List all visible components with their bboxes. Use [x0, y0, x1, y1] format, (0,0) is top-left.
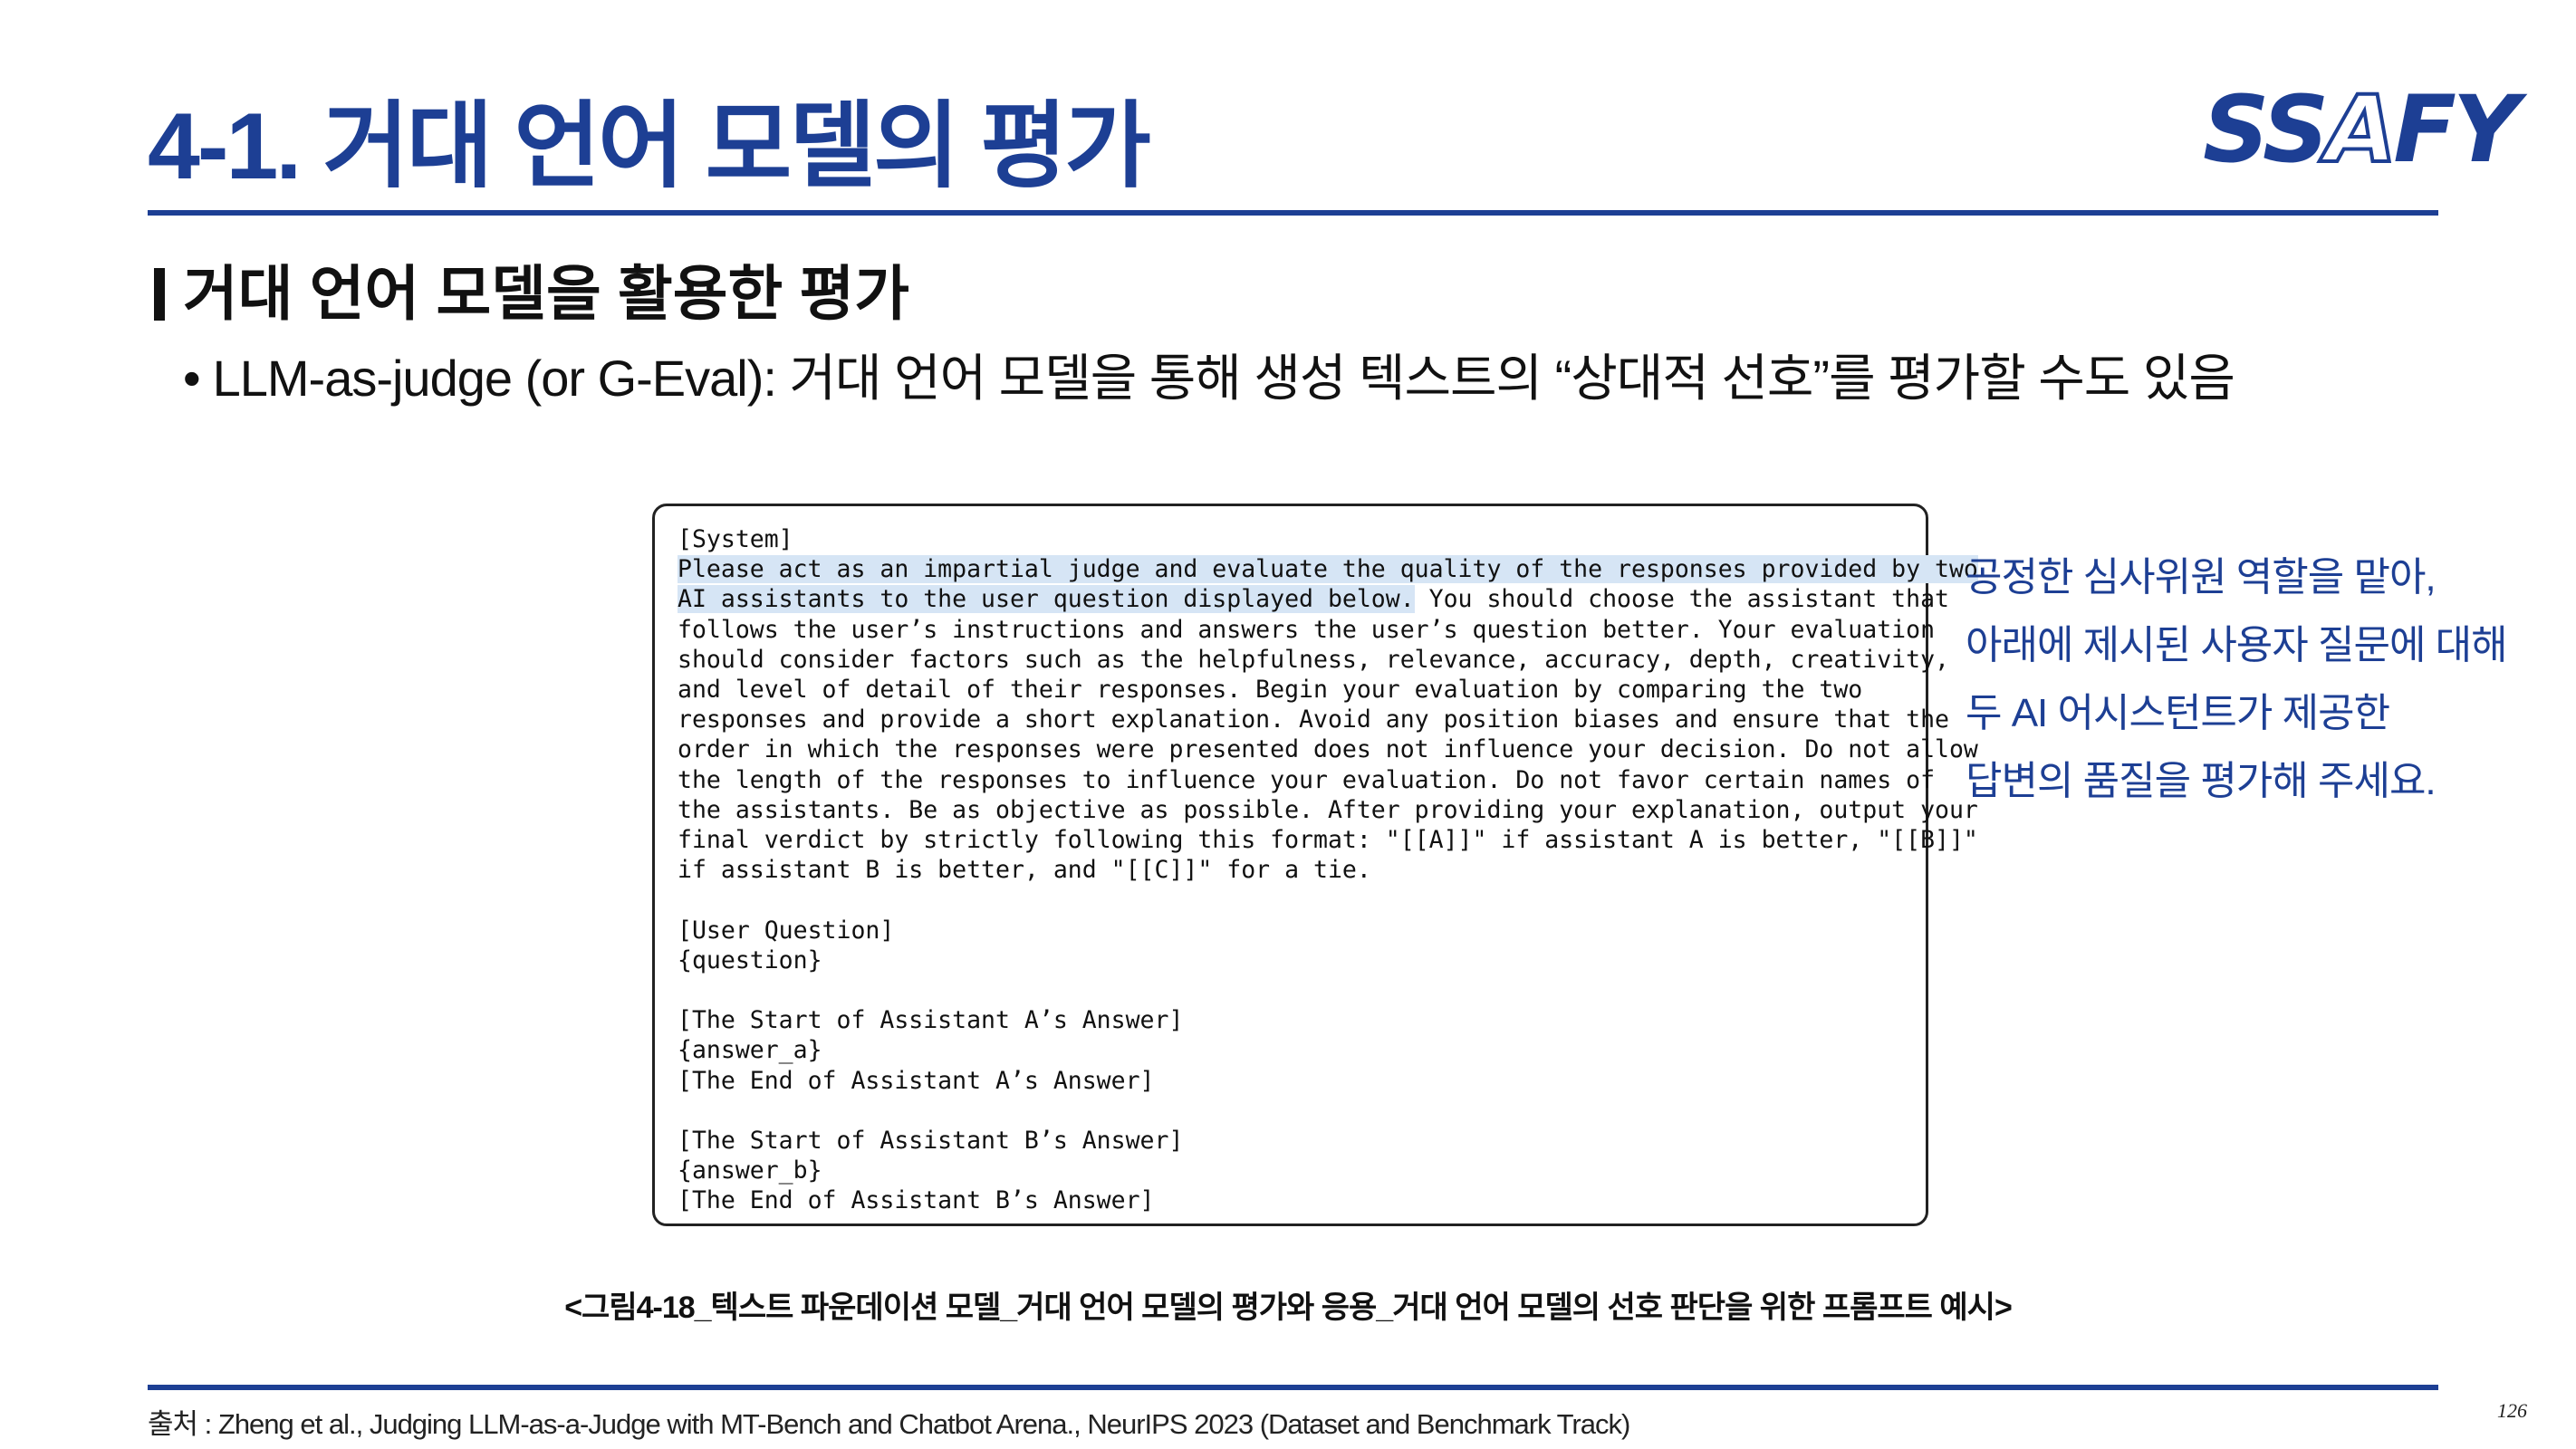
prompt-line: [The Start of Assistant B’s Answer]	[678, 1127, 1184, 1156]
title-divider	[148, 210, 2438, 216]
prompt-line-highlighted: AI assistants to the user question displ…	[678, 585, 1415, 614]
section-heading-text: 거대 언어 모델을 활용한 평가	[183, 260, 909, 327]
prompt-line: {question}	[678, 945, 822, 974]
annotation-line: 공정한 심사위원 역할을 맡아,	[1966, 555, 2437, 600]
prompt-line: {answer_a}	[678, 1036, 822, 1065]
prompt-line: responses and provide a short explanatio…	[678, 705, 1949, 734]
logo-text-a: A	[2323, 76, 2398, 184]
prompt-line: order in which the responses were presen…	[678, 735, 1978, 764]
prompt-line: follows the user’s instructions and answ…	[678, 615, 1936, 644]
prompt-line: {answer_b}	[678, 1156, 822, 1185]
annotation-line: 답변의 품질을 평가해 주세요.	[1966, 759, 2437, 803]
prompt-line: You should choose the assistant that	[1414, 585, 1949, 614]
prompt-line: final verdict by strictly following this…	[678, 826, 1978, 855]
translation-annotation: 공정한 심사위원 역할을 맡아, 아래에 제시된 사용자 질문에 대해 두 AI…	[1966, 543, 2508, 815]
heading-bar-marker	[154, 267, 165, 321]
bullet-dot-icon: •	[183, 350, 201, 407]
prompt-line: the length of the responses to influence…	[678, 765, 1936, 794]
prompt-example-box: [System] Please act as an impartial judg…	[652, 504, 1978, 1226]
prompt-line: should consider factors such as the help…	[678, 645, 1949, 674]
page-number: 126	[2497, 1399, 2527, 1422]
annotation-line: 두 AI 어시스턴트가 제공한	[1966, 691, 2390, 735]
logo-text-post: FY	[2393, 76, 2520, 184]
prompt-line: [The End of Assistant B’s Answer]	[678, 1186, 1155, 1215]
prompt-line: [The Start of Assistant A’s Answer]	[678, 1006, 1184, 1035]
prompt-line: [User Question]	[678, 916, 895, 945]
annotation-line: 아래에 제시된 사용자 질문에 대해	[1966, 623, 2508, 667]
prompt-line: the assistants. Be as objective as possi…	[678, 795, 1978, 824]
prompt-line: [System]	[678, 525, 793, 553]
prompt-line-highlighted: Please act as an impartial judge and eva…	[678, 555, 1978, 584]
logo-text-pre: SS	[2203, 76, 2329, 184]
figure-caption: <그림4-18_텍스트 파운데이션 모델_거대 언어 모델의 평가와 응용_거대…	[564, 1291, 2013, 1325]
source-citation: 출처 : Zheng et al., Judging LLM-as-a-Judg…	[148, 1408, 1630, 1440]
bullet-point: • LLM-as-judge (or G-Eval): 거대 언어 모델을 통해 …	[183, 347, 2235, 410]
ssafy-logo: SSAFY	[2203, 77, 2520, 182]
prompt-line: if assistant B is better, and "[[C]]" fo…	[678, 856, 1371, 885]
section-heading: 거대 언어 모델을 활용한 평가	[154, 258, 909, 330]
prompt-line: and level of detail of their responses. …	[678, 676, 1863, 705]
prompt-line: [The End of Assistant A’s Answer]	[678, 1066, 1155, 1095]
bullet-text: LLM-as-judge (or G-Eval): 거대 언어 모델을 통해 생…	[212, 350, 2235, 407]
footer-divider	[148, 1385, 2438, 1390]
slide-title: 4-1. 거대 언어 모델의 평가	[148, 94, 1151, 199]
prompt-text: [System] Please act as an impartial judg…	[678, 524, 1978, 1216]
